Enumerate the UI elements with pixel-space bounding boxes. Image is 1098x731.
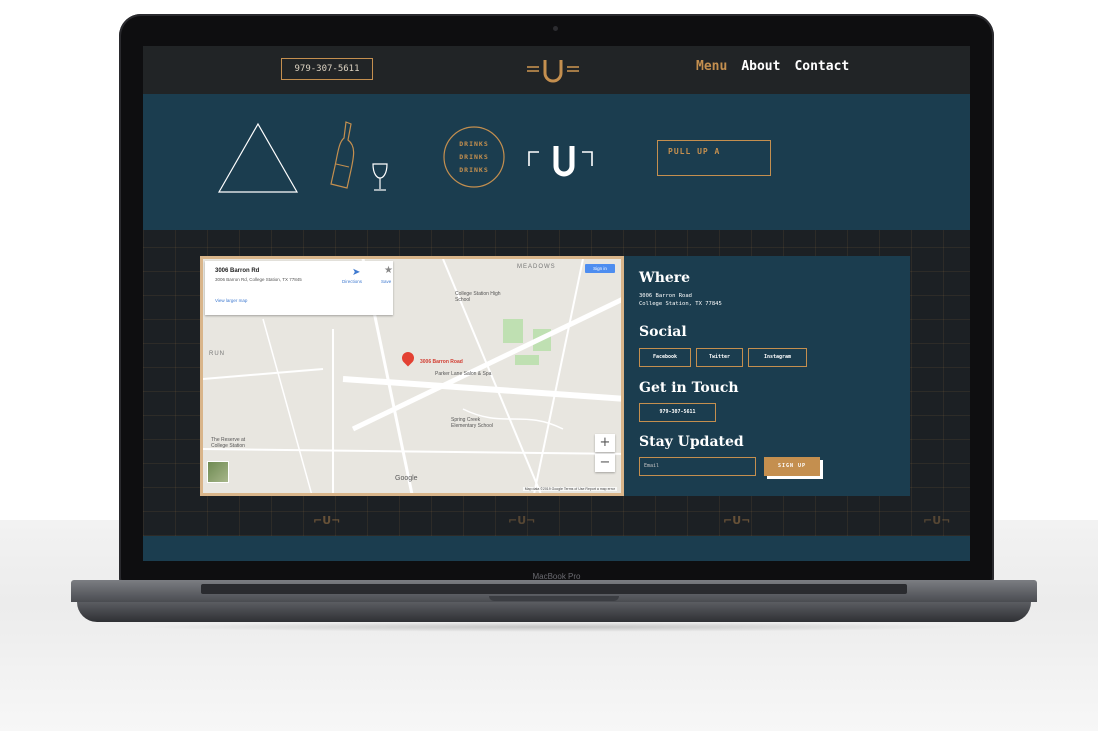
nav-phone-button[interactable]: 979-307-5611 [281,58,373,80]
keyboard-edge [201,584,907,594]
camera-icon [553,26,558,31]
map-footer[interactable]: Map data ©2019 Google Terms of Use Repor… [522,487,617,491]
map-card-address: 3006 Barron Rd, College Station, TX 7784… [215,277,302,282]
drinks-line: DRINKS [459,166,489,174]
logo-icon[interactable] [523,55,583,85]
map-place-label: The Reserve at College Station [211,437,246,449]
facebook-button[interactable]: Facebook [639,348,691,367]
map-place-label: Spring Creek Elementary School [451,417,493,429]
drinks-line: DRINKS [459,153,489,161]
zoom-out-button[interactable]: − [595,454,615,472]
contact-info-panel: Where 3006 Barron Road College Station, … [624,256,910,496]
save-link[interactable]: Save [381,279,391,284]
map-place-label: College Station High School [455,291,501,303]
contact-phone-button[interactable]: 979-307-5611 [639,403,716,422]
triangle-icon [217,122,299,193]
drinks-circle-text: DRINKS DRINKS DRINKS [443,138,505,177]
pattern-u-icon: ⌐U¬ [923,514,951,527]
base-shadow [131,622,977,632]
map-run-label: RUN [209,351,225,357]
directions-link[interactable]: Directions [342,279,362,284]
map-card-title: 3006 Barron Rd [215,268,260,274]
map-place-label: Parker Lane Salon & Spa [435,371,492,377]
map-street-thumbnail[interactable] [207,461,229,483]
website-screen: 979-307-5611 Menu About Contact DRINKS D… [143,46,970,561]
get-in-touch-heading: Get in Touch [639,380,739,396]
star-icon[interactable]: ★ [384,265,393,276]
hero-illustrations [217,121,593,193]
directions-icon[interactable]: ➤ [352,267,360,278]
drinks-line: DRINKS [459,140,489,148]
pattern-u-icon: ⌐U¬ [313,514,341,527]
footer-strip [143,536,970,561]
where-heading: Where [639,270,691,286]
social-heading: Social [639,324,687,340]
nav-link-contact[interactable]: Contact [794,59,849,81]
big-u-logo-icon [528,146,593,177]
google-map[interactable]: 3006 Barron Rd 3006 Barron Rd, College S… [200,256,624,496]
address-line: College Station, TX 77845 [639,301,722,307]
pull-up-box: PULL UP A [657,140,771,176]
sign-up-button[interactable]: SIGN UP [764,457,820,476]
map-pin-label: 3006 Barron Road [420,359,463,365]
zoom-in-button[interactable]: + [595,434,615,452]
instagram-button[interactable]: Instagram [748,348,807,367]
nav-link-menu[interactable]: Menu [696,59,727,81]
map-area-label: MEADOWS [517,264,556,270]
email-field[interactable]: Email [639,457,756,476]
pattern-u-icon: ⌐U¬ [723,514,751,527]
top-nav: 979-307-5611 Menu About Contact [143,46,970,94]
wine-glass-icon [372,163,388,191]
wine-bottle-icon [330,121,355,189]
contact-section: 3006 Barron Rd 3006 Barron Rd, College S… [143,230,970,536]
nav-link-about[interactable]: About [741,59,780,81]
pattern-u-icon: ⌐U¬ [508,514,536,527]
laptop-base [71,580,1037,642]
pull-up-text: PULL UP A [668,147,721,156]
view-larger-map-link[interactable]: View larger map [215,298,247,303]
map-sign-in-button[interactable]: Sign in [585,264,615,273]
laptop-lid: 979-307-5611 Menu About Contact DRINKS D… [119,14,994,584]
twitter-button[interactable]: Twitter [696,348,743,367]
nav-links: Menu About Contact [696,59,849,81]
trackpad-notch [489,596,619,601]
map-info-card: 3006 Barron Rd 3006 Barron Rd, College S… [205,261,393,315]
address-line: 3006 Barron Road [639,293,692,299]
google-logo: Google [395,475,418,482]
stay-updated-heading: Stay Updated [639,434,744,450]
base-front [77,602,1031,622]
hero-banner: DRINKS DRINKS DRINKS PULL UP A [143,94,970,230]
